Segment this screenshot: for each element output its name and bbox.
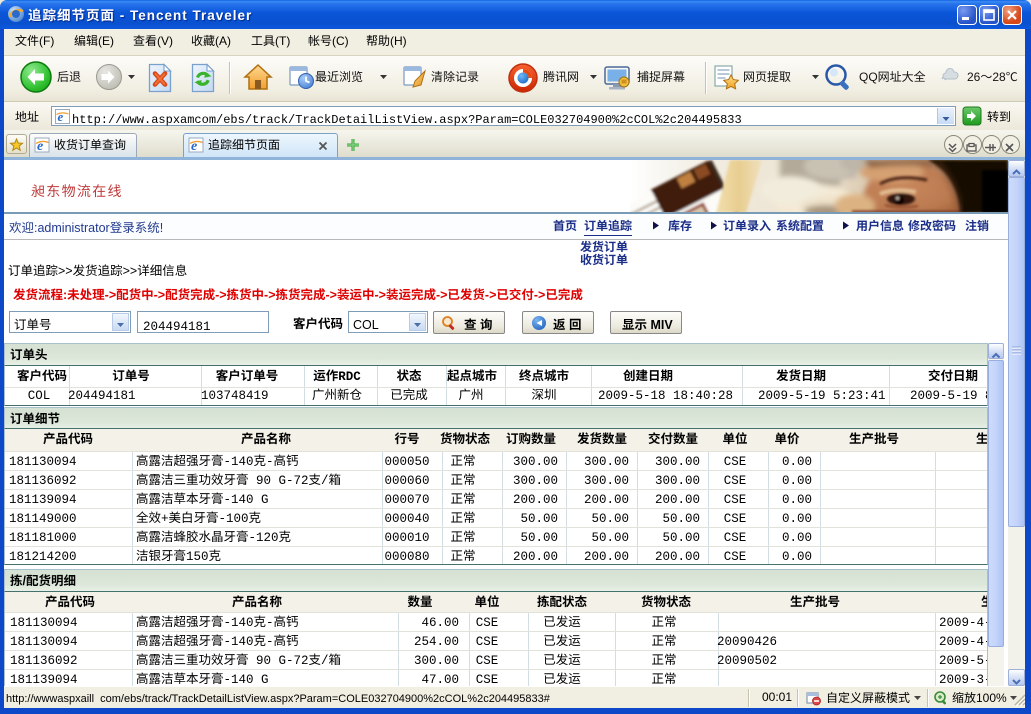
- svg-text:e: e: [58, 109, 64, 124]
